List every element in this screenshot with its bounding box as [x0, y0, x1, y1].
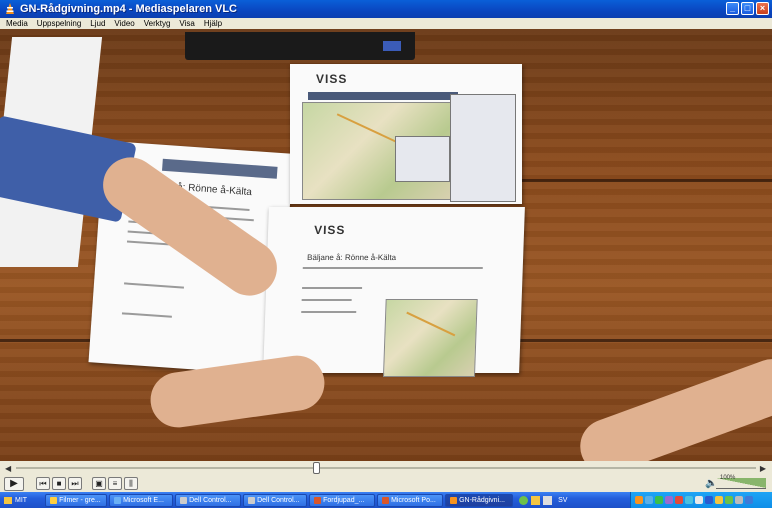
hand [572, 351, 772, 461]
powerpoint-icon [314, 496, 322, 504]
minimize-button[interactable]: _ [726, 2, 739, 15]
tray-app-icon[interactable] [695, 496, 703, 504]
task-filmer[interactable]: Filmer - gre... [45, 493, 108, 507]
speaker-tray-icon[interactable] [735, 496, 743, 504]
powerpoint-icon [382, 496, 390, 504]
dell-icon [180, 496, 188, 504]
seek-slider-thumb[interactable] [312, 462, 320, 474]
ie-icon [114, 496, 122, 504]
menu-visa[interactable]: Visa [179, 18, 194, 29]
window-title: GN-Rådgivning.mp4 - Mediaspelaren VLC [20, 3, 237, 15]
task-dell-control-1[interactable]: Dell Control... [175, 493, 242, 507]
tray-app-icon[interactable] [665, 496, 673, 504]
play-button[interactable]: ▶ [4, 477, 24, 491]
menu-verktyg[interactable]: Verktyg [144, 18, 171, 29]
menu-hjalp[interactable]: Hjälp [204, 18, 222, 29]
language-indicator[interactable]: SV [558, 497, 567, 504]
previous-icon[interactable]: ⏮ [36, 477, 50, 490]
menu-ljud[interactable]: Ljud [90, 18, 105, 29]
menu-video[interactable]: Video [114, 18, 134, 29]
menu-bar: Media Uppspelning Ljud Video Verktyg Vis… [0, 18, 772, 29]
sidebar-image [450, 94, 516, 202]
printout-bottom: VISS Bäljane å: Rönne å-Kälta [263, 207, 525, 377]
seek-forward-arrow[interactable]: ▶ [760, 464, 766, 473]
security-icon[interactable] [655, 496, 663, 504]
vlc-cone-icon [6, 3, 14, 14]
vlc-tray-icon[interactable] [635, 496, 643, 504]
system-tray [630, 492, 772, 508]
map-image [382, 299, 478, 377]
playlist-icon[interactable]: ≡ [108, 477, 122, 490]
seek-back-arrow[interactable]: ◀ [5, 464, 11, 473]
notepad-icon[interactable] [543, 495, 553, 505]
stop-icon[interactable]: ■ [52, 477, 66, 490]
title-bar: GN-Rådgivning.mp4 - Mediaspelaren VLC _ … [0, 0, 772, 18]
video-frame[interactable]: Bäljane å: Rönne å-Kälta VISS VISS Bälja… [0, 29, 772, 461]
printout-top: VISS [290, 64, 522, 204]
tray-app-icon[interactable] [715, 496, 723, 504]
explorer-icon[interactable] [531, 495, 541, 505]
taskbar-folder-item[interactable]: MIT [0, 493, 31, 507]
firefox-icon [50, 496, 58, 504]
task-dell-control-2[interactable]: Dell Control... [243, 493, 308, 507]
network-icon[interactable] [645, 496, 653, 504]
viss-logo: VISS [316, 72, 348, 86]
extended-settings-icon[interactable]: ⫼ [124, 477, 138, 490]
task-microsoft-po[interactable]: Microsoft Po... [377, 493, 444, 507]
laptop-edge [185, 32, 415, 60]
fullscreen-icon[interactable]: ▣ [92, 477, 106, 490]
tray-app-icon[interactable] [745, 496, 753, 504]
seek-bar: ◀ ▶ [0, 461, 772, 475]
task-fordjupad[interactable]: Fordjupad_... [309, 493, 376, 507]
maximize-button[interactable]: □ [741, 2, 754, 15]
menu-uppspelning[interactable]: Uppspelning [37, 18, 81, 29]
playback-controls: ▶ ⏮ ■ ⏭ ▣ ≡ ⫼ 🔈 100% [0, 475, 772, 492]
task-microsoft-e[interactable]: Microsoft E... [109, 493, 174, 507]
tray-app-icon[interactable] [705, 496, 713, 504]
volume-level: 100% [720, 475, 736, 481]
task-vlc[interactable]: GN-Rådgivni... [445, 493, 514, 507]
next-icon[interactable]: ⏭ [68, 477, 82, 490]
folder-icon [4, 496, 12, 504]
doc-bottom-title: Bäljane å: Rönne å-Kälta [306, 253, 397, 262]
seek-track[interactable] [16, 467, 756, 469]
tray-app-icon[interactable] [675, 496, 683, 504]
dialog-image [395, 136, 450, 182]
dell-icon [248, 496, 256, 504]
doc-header-band [162, 158, 278, 179]
taskbar: MIT Filmer - gre... Microsoft E... Dell … [0, 492, 772, 508]
tray-app-icon[interactable] [685, 496, 693, 504]
tray-app-icon[interactable] [725, 496, 733, 504]
vlc-cone-icon [450, 496, 458, 504]
chrome-icon[interactable] [519, 495, 529, 505]
menu-media[interactable]: Media [6, 18, 28, 29]
viss-logo: VISS [313, 223, 346, 237]
close-button[interactable]: × [756, 2, 769, 15]
